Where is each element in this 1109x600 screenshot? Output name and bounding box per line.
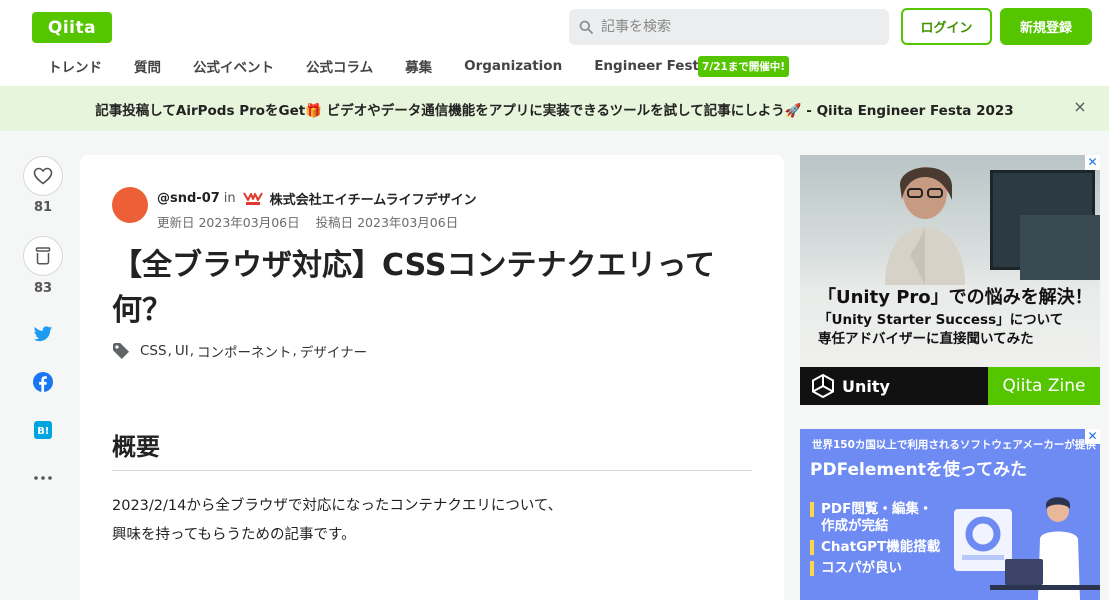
ad-subtext: 専任アドバイザーに直接聞いてみた [818,331,1034,347]
ad-point: PDF閲覧・編集・ 作成が完結 [810,501,940,535]
tag-icon [113,343,129,359]
article-paragraph: 2023/2/14から全ブラウザで対応になったコンテナクエリについて、 興味を持… [112,492,562,550]
unity-logo-icon [812,373,834,399]
paragraph-line: 興味を持ってもらうための記事です。 [112,527,356,543]
ad-text: 「Unity Pro」での悩みを解決！ 「Unity Starter Succe… [800,285,1100,365]
stock-count: 83 [33,281,53,296]
ad-point: ChatGPT機能搭載 [810,539,940,556]
paragraph-line: 2023/2/14から全ブラウザで対応になったコンテナクエリについて、 [112,498,563,514]
unity-label: Unity [842,376,890,396]
unity-ad[interactable]: 「Unity Pro」での悩みを解決！ 「Unity Starter Succe… [800,155,1100,405]
ad-headline: 「Unity Pro」での悩みを解決！ [818,287,1093,308]
banner-text[interactable]: 記事投稿してAirPods ProをGet🎁 ビデオやデータ通信機能をアプリに実… [95,99,1013,119]
qiita-logo[interactable]: Qiita [32,12,112,43]
section-heading: 概要 [112,427,752,471]
nav-engineer-festa[interactable]: Engineer Festa [594,58,708,74]
ad-footer: Unity Qiita Zine [800,367,1100,405]
ad-choices-icon[interactable]: ✕ [1085,155,1100,170]
nav-official-columns[interactable]: 公式コラム [306,56,373,76]
promo-banner[interactable]: 記事投稿してAirPods ProをGet🎁 ビデオやデータ通信機能をアプリに実… [0,86,1109,131]
tag-list: CSS, UI, コンポーネント, デザイナー [112,341,367,361]
article-card: @snd-07 in 株式会社エイチームライフデザイン 更新日 2023年03月… [80,155,784,600]
unity-brand: Unity [800,367,988,405]
ad-point: コスパが良い [810,560,940,577]
hatena-share[interactable]: B! [33,420,53,440]
hatena-icon: B! [34,421,52,439]
pdfelement-ad[interactable]: 世界150カ国以上で利用されるソフトウェアメーカーが提供 PDFelementを… [800,429,1100,600]
search-input[interactable] [601,19,871,35]
facebook-share[interactable] [33,372,53,392]
more-icon [34,476,52,480]
tag-ui[interactable]: UI [175,343,189,359]
ad-points: PDF閲覧・編集・ 作成が完結 ChatGPT機能搭載 コスパが良い [810,501,940,581]
like-button[interactable] [23,156,63,196]
organization-name[interactable]: 株式会社エイチームライフデザイン [270,189,477,208]
twitter-share[interactable] [33,324,53,344]
svg-text:B!: B! [37,426,49,437]
tag-component[interactable]: コンポーネント [197,341,292,361]
nav-trend[interactable]: トレンド [48,56,102,76]
twitter-icon [33,325,53,341]
close-icon[interactable]: × [1072,99,1088,115]
ad-choices-icon[interactable]: ✕ [1085,429,1100,444]
posted-date: 投稿日 2023年03月06日 [315,215,459,230]
article-dates: 更新日 2023年03月06日 投稿日 2023年03月06日 [157,212,458,231]
stock-button[interactable] [23,236,63,276]
heart-icon [33,167,53,185]
login-button[interactable]: ログイン [901,8,992,45]
ad-headline: PDFelementを使ってみた [810,460,1028,480]
festa-badge: 7/21まで開催中! [698,55,790,77]
site-header: Qiita ログイン 新規登録 トレンド 質問 公式イベント 公式コラム 募集 … [0,0,1109,86]
article-title: 【全ブラウザ対応】CSSコンテナクエリって何？ [112,248,715,328]
ad-illustration [954,497,1100,600]
search-icon [579,20,593,34]
qiita-zine-label: Qiita Zine [988,367,1100,405]
search-box[interactable] [569,9,889,45]
ad-person-image [885,167,965,285]
ad-monitor-image [1020,215,1100,280]
signup-button[interactable]: 新規登録 [1000,8,1092,45]
nav-questions[interactable]: 質問 [134,56,161,76]
nav-official-events[interactable]: 公式イベント [193,56,274,76]
tag-designer[interactable]: デザイナー [300,341,367,361]
author-line: @snd-07 in 株式会社エイチームライフデザイン [157,189,477,208]
stock-icon [35,247,51,265]
more-button[interactable] [33,468,53,488]
ad-subtext: 「Unity Starter Success」について [818,312,1064,328]
organization-logo-icon[interactable] [242,190,264,208]
nav-recruit[interactable]: 募集 [405,56,432,76]
updated-date: 更新日 2023年03月06日 [157,215,300,230]
like-count: 81 [33,200,53,215]
avatar[interactable] [112,187,148,223]
in-label: in [223,191,236,206]
author-name[interactable]: @snd-07 [157,191,220,206]
nav-organization[interactable]: Organization [464,58,562,74]
tag-css[interactable]: CSS [140,343,167,359]
ad-tagline: 世界150カ国以上で利用されるソフトウェアメーカーが提供 [812,439,1096,451]
main-nav: トレンド 質問 公式イベント 公式コラム 募集 Organization Eng… [32,54,790,78]
facebook-icon [33,372,53,392]
